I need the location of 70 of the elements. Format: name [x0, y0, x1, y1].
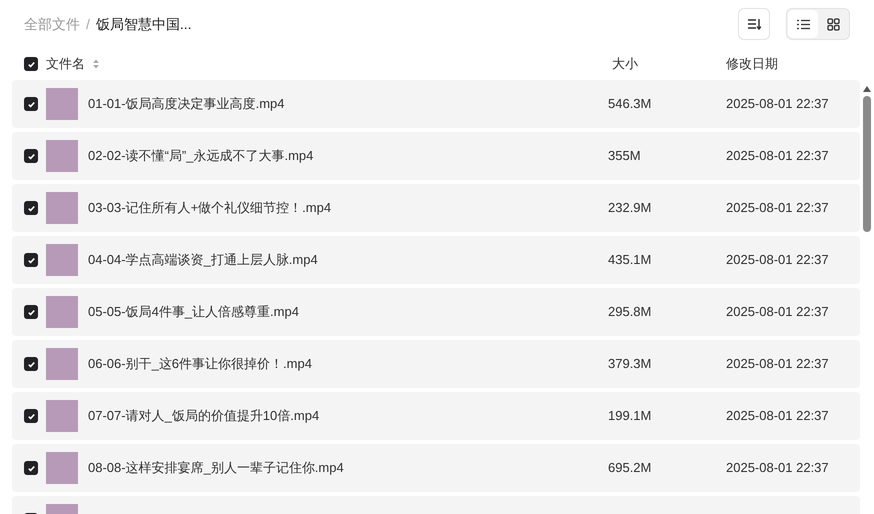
breadcrumb-separator: / [86, 14, 90, 34]
modified-date: 2025-08-01 22:37 [726, 355, 829, 374]
file-row[interactable]: 07-07-请对人_饭局的价值提升10倍.mp4 199.1M 2025-08-01 22:37 [12, 392, 860, 440]
modified-date: 2025-08-01 22:37 [726, 303, 829, 322]
check-icon [26, 204, 36, 212]
file-name[interactable]: 05-05-饭局4件事_让人倍感尊重.mp4 [88, 302, 299, 322]
checkbox[interactable] [24, 253, 38, 267]
file-name[interactable]: 01-01-饭局高度决定事业高度.mp4 [88, 94, 284, 114]
column-header[interactable]: 大小 [600, 54, 726, 74]
sort-button[interactable] [738, 8, 770, 40]
file-row[interactable]: 02-02-读不懂“局”_永远成不了大事.mp4 355M 2025-08-01 22:37 [12, 132, 860, 180]
modified-date: 2025-08-01 22:37 [726, 95, 829, 114]
video-thumbnail [46, 88, 78, 120]
video-thumbnail [46, 452, 78, 484]
column-header[interactable]: 文件名 [46, 54, 85, 74]
column-header[interactable]: 修改日期 [726, 54, 778, 74]
file-name[interactable]: 04-04-学点高端谈资_打通上层人脉.mp4 [88, 250, 318, 270]
file-name[interactable]: 07-07-请对人_饭局的价值提升10倍.mp4 [88, 406, 320, 426]
file-row[interactable]: 06-06-别干_这6件事让你很掉价！.mp4 379.3M 2025-08-01 22:37 [12, 340, 860, 388]
file-row[interactable]: 03-03-记住所有人+做个礼仪细节控！.mp4 232.9M 2025-08-01 22:37 [12, 184, 860, 232]
checkbox[interactable] [24, 201, 38, 215]
file-row[interactable]: 04-04-学点高端谈资_打通上层人脉.mp4 435.1M 2025-08-01 22:37 [12, 236, 860, 284]
video-thumbnail [46, 244, 78, 276]
video-thumbnail [46, 348, 78, 380]
sort-icon [747, 18, 761, 30]
modified-date: 2025-08-01 22:37 [726, 199, 829, 218]
check-icon [26, 100, 36, 108]
scrollbar-thumb[interactable] [863, 96, 871, 232]
check-icon [26, 412, 36, 420]
file-size: 355M [607, 147, 642, 166]
video-thumbnail [46, 296, 78, 328]
file-name[interactable]: 08-08-这样安排宴席_别人一辈子记住你.mp4 [88, 458, 344, 478]
file-row[interactable]: 01-01-饭局高度决定事业高度.mp4 546.3M 2025-08-01 22:37 [12, 80, 860, 128]
file-size: 295.8M [607, 303, 652, 322]
video-thumbnail [46, 400, 78, 432]
file-name[interactable]: 02-02-读不懂“局”_永远成不了大事.mp4 [88, 146, 314, 166]
file-name[interactable]: 06-06-别干_这6件事让你很掉价！.mp4 [88, 354, 312, 374]
check-icon [26, 152, 36, 160]
checkbox[interactable] [24, 57, 38, 71]
grid-icon [826, 18, 840, 30]
checkbox[interactable] [24, 461, 38, 475]
checkbox[interactable] [24, 409, 38, 423]
file-size: 199.1M [607, 407, 652, 426]
file-row[interactable]: 05-05-饭局4件事_让人倍感尊重.mp4 295.8M 2025-08-01 22:37 [12, 288, 860, 336]
file-size: 379.3M [607, 355, 652, 374]
check-icon [26, 308, 36, 316]
checkbox[interactable] [24, 305, 38, 319]
breadcrumb-item[interactable]: 饭局智慧中国... [96, 14, 192, 34]
file-row[interactable]: 08-08-这样安排宴席_别人一辈子记住你.mp4 695.2M 2025-08-01 22:37 [12, 444, 860, 492]
file-size: 695.2M [607, 459, 652, 478]
modified-date: 2025-08-01 22:37 [726, 407, 829, 426]
file-size: 546.3M [607, 95, 652, 114]
video-thumbnail [46, 192, 78, 224]
modified-date: 2025-08-01 22:37 [726, 147, 829, 166]
check-icon [26, 464, 36, 472]
check-icon [26, 360, 36, 368]
file-name[interactable]: 03-03-记住所有人+做个礼仪细节控！.mp4 [88, 198, 332, 218]
checkbox[interactable] [24, 357, 38, 371]
modified-date: 2025-08-01 22:37 [726, 459, 829, 478]
checkbox[interactable] [24, 149, 38, 163]
checkbox[interactable] [24, 97, 38, 111]
scroll-up-arrow-icon[interactable] [863, 86, 871, 92]
check-icon [26, 60, 36, 68]
modified-date: 2025-08-01 22:37 [726, 251, 829, 270]
file-size: 435.1M [607, 251, 652, 270]
list-view-button[interactable] [788, 10, 818, 38]
file-size: 232.9M [607, 199, 652, 218]
check-icon [26, 256, 36, 264]
list-icon [796, 18, 810, 30]
video-thumbnail [46, 140, 78, 172]
